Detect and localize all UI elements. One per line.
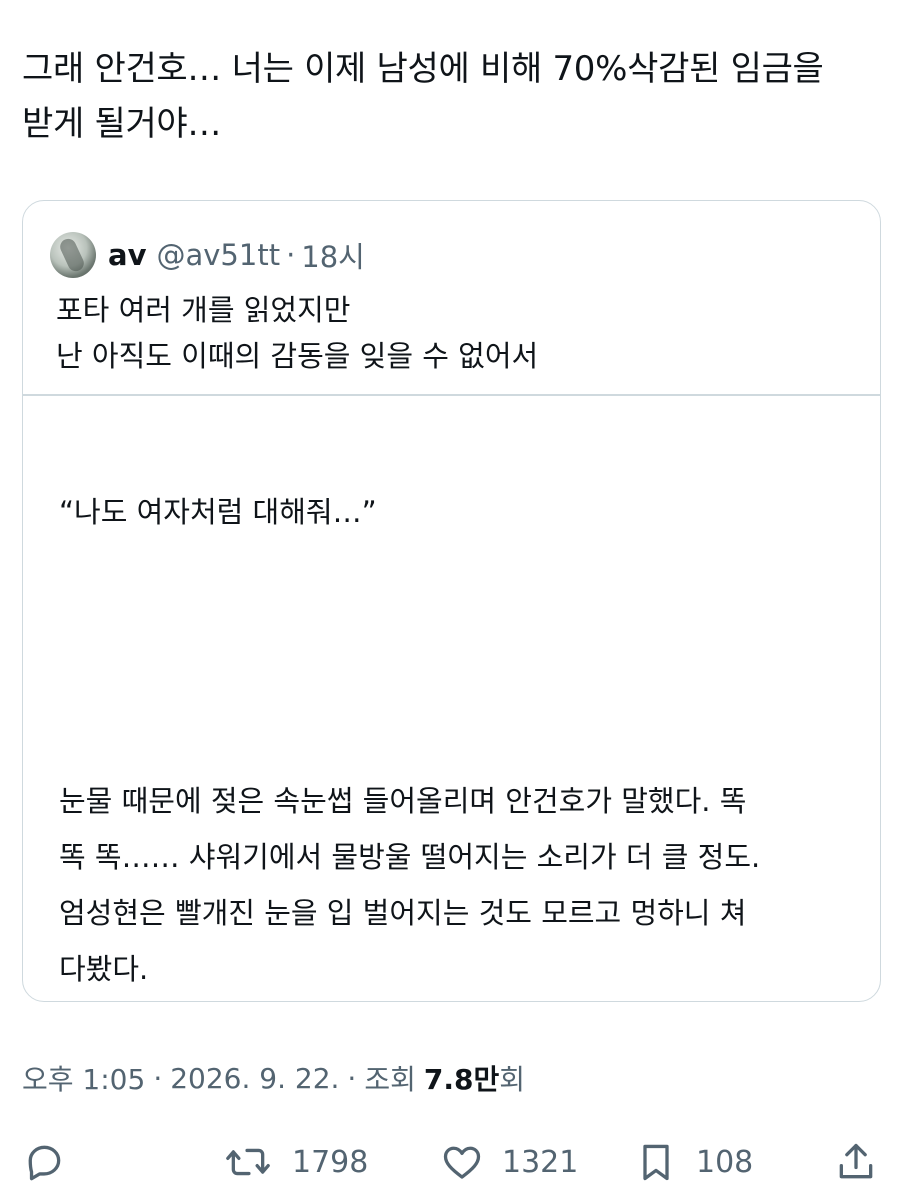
retweet-icon	[226, 1148, 270, 1176]
views-count: 7.8만	[423, 1063, 500, 1096]
reply-button[interactable]	[22, 1140, 66, 1184]
tweet-text: 그래 안건호… 너는 이제 남성에 비해 70%삭감된 임금을 받게 될거야…	[22, 42, 882, 152]
excerpt-line: 눈물 때문에 젖은 속눈썹 들어올리며 안건호가 말했다. 똑	[59, 784, 747, 818]
action-bar: 1798 1321 108	[22, 1132, 882, 1192]
excerpt-line: 다봤다.	[59, 952, 149, 986]
retweet-button[interactable]: 1798	[222, 1140, 368, 1184]
quoted-author-name[interactable]: av	[108, 238, 146, 272]
retweet-count: 1798	[292, 1144, 369, 1180]
bookmark-icon	[643, 1144, 669, 1181]
quoted-tweet-text: 포타 여러 개를 읽었지만 난 아직도 이때의 감동을 잊을 수 없어서	[56, 287, 538, 379]
like-count: 1321	[502, 1144, 579, 1180]
divider	[23, 394, 880, 396]
separator-dot: ·	[286, 238, 296, 272]
share-icon	[839, 1143, 873, 1179]
separator-dot: ·	[153, 1061, 163, 1095]
quoted-author-handle[interactable]: @av51tt	[156, 238, 280, 272]
separator-dot: ·	[347, 1061, 357, 1095]
quoted-text-line: 난 아직도 이때의 감동을 잊을 수 없어서	[56, 339, 539, 373]
bookmark-count: 108	[696, 1144, 754, 1180]
like-button[interactable]: 1321	[440, 1140, 578, 1184]
excerpt-quote-line: “나도 여자처럼 대해줘…”	[59, 495, 377, 529]
excerpt-line: 똑 똑…… 샤워기에서 물방울 떨어지는 소리가 더 클 정도.	[59, 840, 761, 874]
tweet-time[interactable]: 오후 1:05	[22, 1058, 145, 1098]
quoted-tweet-card[interactable]: av @av51tt · 18시 포타 여러 개를 읽었지만 난 아직도 이때의…	[22, 200, 881, 1002]
share-button[interactable]	[834, 1140, 878, 1184]
views-suffix: 회	[499, 1063, 525, 1096]
views-label: 조회	[364, 1063, 416, 1096]
tweet-text-line: 그래 안건호… 너는 이제 남성에 비해 70%삭감된 임금을	[22, 49, 824, 89]
tweet-date[interactable]: 2026. 9. 22.	[170, 1062, 339, 1095]
quoted-tweet-time[interactable]: 18시	[301, 234, 365, 276]
excerpt-line: 엄성현은 빨개진 눈을 입 벌어지는 것도 모르고 멍하니 쳐	[59, 896, 747, 930]
heart-icon	[443, 1146, 481, 1179]
quoted-text-line: 포타 여러 개를 읽었지만	[56, 293, 351, 327]
bookmark-button[interactable]: 108	[634, 1140, 753, 1184]
tweet-text-line: 받게 될거야…	[22, 104, 222, 144]
excerpt-body: 눈물 때문에 젖은 속눈썹 들어올리며 안건호가 말했다. 똑 똑 똑…… 샤워…	[59, 773, 859, 997]
tweet-meta: 오후 1:05 · 2026. 9. 22. · 조회 7.8만 회	[22, 1058, 525, 1098]
reply-icon	[28, 1145, 61, 1181]
quoted-tweet-header: av @av51tt · 18시	[50, 229, 365, 281]
avatar[interactable]	[50, 232, 96, 278]
